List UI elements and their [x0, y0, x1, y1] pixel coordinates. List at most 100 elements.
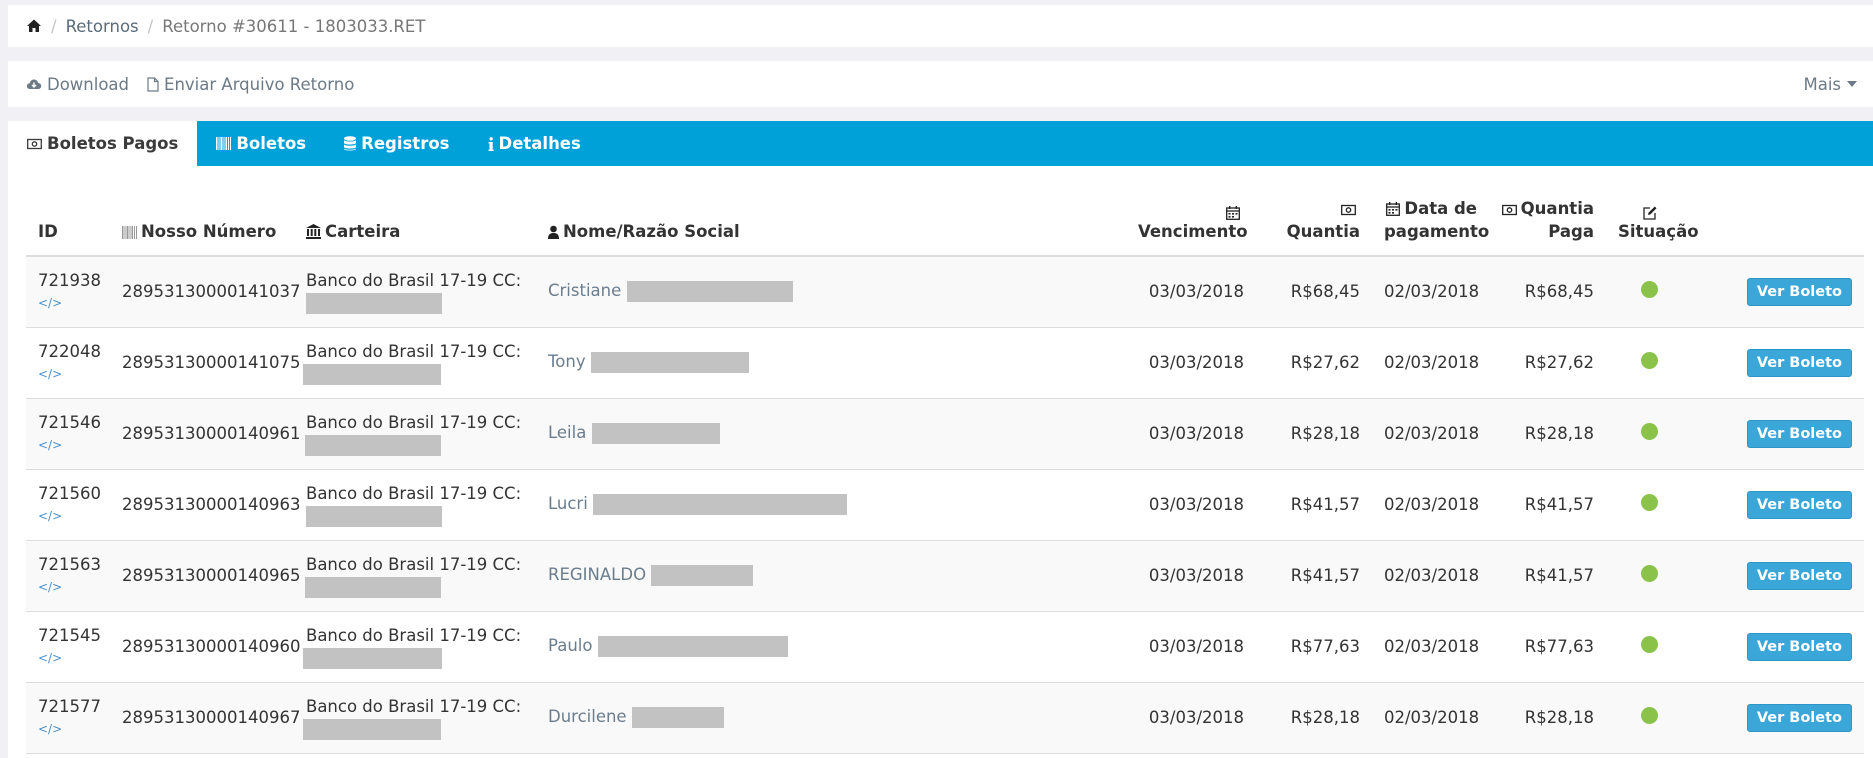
cell-quantia: R$27,62 [1290, 353, 1360, 372]
code-icon[interactable]: </> [38, 364, 98, 385]
cell-situacao [1606, 256, 1693, 327]
tab-label: Boletos Pagos [47, 134, 179, 153]
cell-vencimento: 03/03/2018 [1148, 495, 1244, 514]
code-icon[interactable]: </> [38, 435, 98, 456]
tab-boletos[interactable]: Boletos [197, 121, 325, 166]
tab-label: Detalhes [498, 134, 581, 153]
home-icon[interactable] [26, 18, 42, 34]
customer-name-link[interactable]: Paulo [548, 636, 592, 655]
customer-name-link[interactable]: REGINALDO [548, 565, 646, 584]
carteira-text: Banco do Brasil 17-19 CC: [306, 696, 522, 716]
money-icon [1341, 204, 1356, 216]
cell-id: 721545 </> [26, 611, 110, 682]
file-icon [147, 76, 159, 92]
customer-name-link[interactable]: Lucri [548, 494, 588, 513]
cell-quantia: R$28,18 [1290, 424, 1360, 443]
ver-boleto-button[interactable]: Ver Boleto [1746, 419, 1852, 448]
cell-id: 721563 </> [26, 540, 110, 611]
header-data-pagamento-label-2: pagamento [1384, 222, 1490, 241]
table-row: 722048 </> 28953130000141075 Banco do Brasi… [26, 327, 1864, 398]
ver-boleto-button[interactable]: Ver Boleto [1746, 277, 1852, 306]
table-row: 721577 </> 28953130000140967 Banco do Brasi… [26, 682, 1864, 753]
cell-quantia: R$41,57 [1290, 566, 1360, 585]
carteira-text: Banco do Brasil 17-19 CC: [306, 554, 522, 574]
code-icon[interactable]: </> [38, 719, 98, 740]
caret-down-icon [1847, 81, 1857, 87]
header-nosso-numero: Nosso Número [110, 196, 294, 257]
download-button[interactable]: Download [26, 75, 129, 94]
money-icon [27, 138, 42, 149]
cell-vencimento: 03/03/2018 [1148, 637, 1244, 656]
cell-nome: Lucri [536, 469, 1126, 540]
cell-id: 722048 </> [26, 327, 110, 398]
cell-carteira: Banco do Brasil 17-19 CC: [294, 469, 536, 540]
download-label: Download [47, 74, 130, 94]
tab-detalhes[interactable]: Detalhes [469, 121, 600, 166]
ver-boleto-button[interactable]: Ver Boleto [1746, 490, 1852, 519]
code-icon[interactable]: </> [38, 506, 98, 527]
table-row: 721938 </> 28953130000141037 Banco do Brasi… [26, 256, 1864, 327]
cell-quantia: R$28,18 [1290, 708, 1360, 727]
cell-data-pagamento: 02/03/2018 [1384, 566, 1480, 585]
table-row: 721563 </> 28953130000140965 Banco do Brasi… [26, 540, 1864, 611]
cell-nosso-numero: 28953130000141037 [122, 282, 301, 302]
cell-vencimento: 03/03/2018 [1148, 282, 1244, 302]
more-dropdown[interactable]: Mais [1803, 61, 1857, 107]
cell-carteira: Banco do Brasil 17-19 CC: [294, 256, 536, 327]
enviar-label: Enviar Arquivo Retorno [164, 74, 355, 94]
ver-boleto-button[interactable]: Ver Boleto [1746, 632, 1852, 661]
status-paid-indicator [1641, 423, 1658, 440]
cell-data-pagamento: 02/03/2018 [1384, 708, 1480, 727]
header-quantia-paga-label-2: Paga [1548, 222, 1594, 241]
edit-icon [1642, 206, 1656, 220]
cell-situacao [1606, 469, 1693, 540]
status-paid-indicator [1641, 565, 1658, 582]
row-id: 721577 [38, 696, 101, 716]
customer-name-link[interactable]: Durcilene [548, 707, 627, 726]
cell-vencimento: 03/03/2018 [1148, 353, 1244, 372]
header-vencimento: Vencimento [1126, 196, 1256, 257]
table-row: 721546 </> 28953130000140961 Banco do Brasi… [26, 398, 1864, 469]
customer-name-link[interactable]: Leila [548, 423, 586, 442]
cell-data-pagamento: 02/03/2018 [1384, 495, 1480, 514]
cell-situacao [1606, 540, 1693, 611]
carteira-text: Banco do Brasil 17-19 CC: [306, 412, 522, 432]
redacted-block [306, 292, 442, 314]
cell-actions: Ver Boleto [1693, 398, 1864, 469]
cell-situacao [1606, 682, 1693, 753]
cell-quantia-paga: R$28,18 [1524, 708, 1594, 727]
header-id: ID [26, 196, 110, 257]
cell-id: 721577 </> [26, 682, 110, 753]
enviar-arquivo-retorno-button[interactable]: Enviar Arquivo Retorno [147, 75, 354, 94]
ver-boleto-button[interactable]: Ver Boleto [1746, 561, 1852, 590]
redacted-block [591, 423, 720, 444]
redacted-block [651, 565, 754, 586]
cell-quantia: R$77,63 [1290, 637, 1360, 656]
breadcrumb-current: Retorno #30611 - 1803033.RET [162, 16, 426, 36]
tab-boletos-pagos[interactable]: Boletos Pagos [8, 121, 198, 166]
status-paid-indicator [1641, 494, 1658, 511]
cell-carteira: Banco do Brasil 17-19 CC: [294, 327, 536, 398]
cell-nome: Cristiane [536, 256, 1126, 327]
cell-nosso-numero: 28953130000140961 [122, 424, 301, 443]
tab-label: Registros [361, 134, 450, 153]
breadcrumb-retornos-link[interactable]: Retornos [66, 17, 139, 36]
cell-quantia-paga: R$27,62 [1524, 353, 1594, 372]
code-icon[interactable]: </> [38, 577, 98, 598]
code-icon[interactable]: </> [38, 293, 98, 314]
tab-registros[interactable]: Registros [325, 121, 468, 166]
header-carteira: Carteira [294, 196, 536, 257]
cell-vencimento: 03/03/2018 [1148, 566, 1244, 585]
carteira-text: Banco do Brasil 17-19 CC: [306, 270, 522, 290]
ver-boleto-button[interactable]: Ver Boleto [1746, 703, 1852, 732]
customer-name-link[interactable]: Cristiane [548, 281, 621, 300]
calendar-icon [1386, 202, 1401, 216]
carteira-text: Banco do Brasil 17-19 CC: [306, 341, 522, 361]
redacted-block [597, 636, 788, 657]
cell-nosso-numero: 28953130000140960 [122, 637, 301, 656]
customer-name-link[interactable]: Tony [548, 352, 586, 371]
cell-nosso-numero: 28953130000140965 [122, 566, 301, 585]
cell-carteira: Banco do Brasil 17-19 CC: [294, 682, 536, 753]
code-icon[interactable]: </> [38, 648, 98, 669]
ver-boleto-button[interactable]: Ver Boleto [1746, 348, 1852, 377]
